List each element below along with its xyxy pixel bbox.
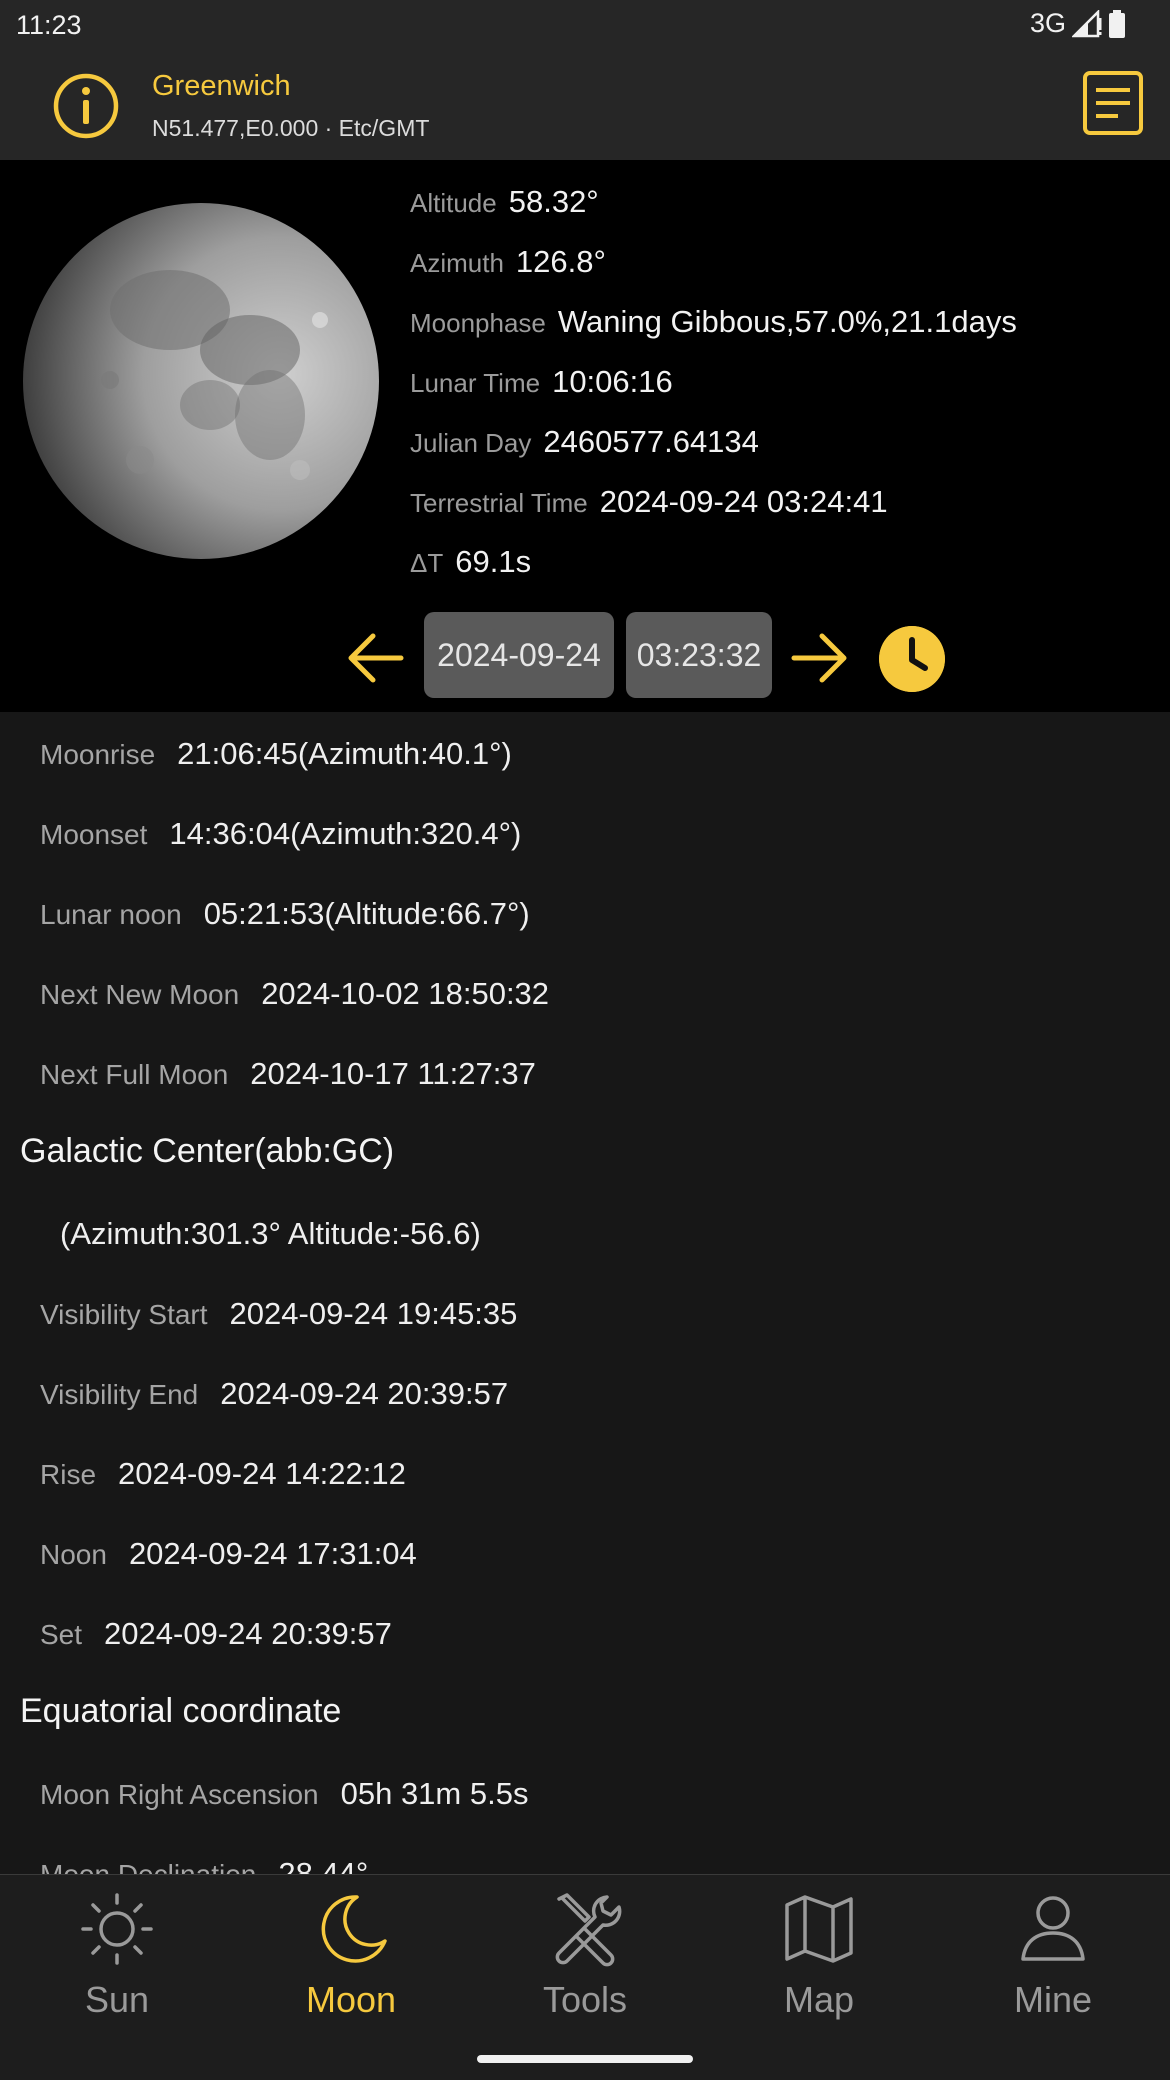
home-indicator[interactable] [477, 2055, 693, 2063]
terrestrial-time-label: Terrestrial Time [410, 488, 588, 518]
nav-tools-label: Tools [542, 1979, 628, 2020]
julian-day-label: Julian Day [410, 428, 532, 458]
moon-dec-value: 28.44° [278, 1856, 369, 1874]
info-row-azimuth: Azimuth 126.8° [410, 244, 606, 280]
moon-icon [321, 1895, 387, 1963]
info-row-delta-t: ΔT 69.1s [410, 544, 531, 580]
gc-rise-label: Rise [40, 1459, 97, 1490]
visibility-end-value: 2024-09-24 20:39:57 [220, 1376, 509, 1411]
next-new-moon-value: 2024-10-02 18:50:32 [261, 976, 550, 1011]
galactic-center-title: Galactic Center(abb:GC) [20, 1132, 395, 1170]
nav-tools[interactable]: Tools [485, 1889, 685, 2021]
moon-ra-value: 05h 31m 5.5s [340, 1776, 529, 1811]
delta-t-value: 69.1s [455, 544, 532, 579]
map-icon [785, 1895, 853, 1963]
status-bar: 11:23 3G [0, 0, 1170, 50]
visibility-end-row: Visibility End 2024-09-24 20:39:57 [40, 1376, 508, 1412]
moon-overview: Altitude 58.32° Azimuth 126.8° Moonphase… [0, 160, 1170, 712]
nav-map[interactable]: Map [719, 1889, 919, 2021]
info-row-lunar-time: Lunar Time 10:06:16 [410, 364, 673, 400]
nav-mine[interactable]: Mine [953, 1889, 1153, 2021]
lunar-noon-label: Lunar noon [40, 899, 182, 930]
nav-sun-label: Sun [84, 1979, 150, 2020]
person-icon [1021, 1896, 1085, 1961]
time-picker-button[interactable]: 03:23:32 [626, 612, 772, 698]
location-name[interactable]: Greenwich [152, 70, 291, 103]
moon-dec-label: Moon Declination [40, 1859, 256, 1874]
next-full-moon-value: 2024-10-17 11:27:37 [250, 1056, 536, 1091]
signal-icon [1072, 9, 1102, 37]
next-arrow-icon[interactable] [790, 630, 850, 686]
next-full-moon-row: Next Full Moon 2024-10-17 11:27:37 [40, 1056, 536, 1092]
visibility-start-row: Visibility Start 2024-09-24 19:45:35 [40, 1296, 517, 1332]
location-header: Greenwich N51.477,E0.000 · Etc/GMT [0, 50, 1170, 160]
list-document-icon[interactable] [1082, 70, 1144, 136]
visibility-start-value: 2024-09-24 19:45:35 [229, 1296, 518, 1331]
julian-day-value: 2460577.64134 [543, 424, 759, 459]
info-row-terrestrial-time: Terrestrial Time 2024-09-24 03:24:41 [410, 484, 888, 520]
status-time: 11:23 [16, 10, 82, 40]
altitude-label: Altitude [410, 188, 497, 218]
nav-moon-label: Moon [305, 1979, 397, 2020]
gc-noon-label: Noon [40, 1539, 107, 1570]
lunar-noon-row: Lunar noon 05:21:53(Altitude:66.7°) [40, 896, 530, 932]
moon-image [23, 203, 379, 559]
moonphase-label: Moonphase [410, 308, 546, 338]
info-row-julian-day: Julian Day 2460577.64134 [410, 424, 759, 460]
network-type: 3G [1029, 8, 1066, 38]
next-full-moon-label: Next Full Moon [40, 1059, 229, 1090]
moonset-label: Moonset [40, 819, 148, 850]
gc-set-row: Set 2024-09-24 20:39:57 [40, 1616, 392, 1652]
moonrise-label: Moonrise [40, 739, 156, 770]
info-circle-icon[interactable] [52, 72, 120, 140]
lunar-noon-value: 05:21:53(Altitude:66.7°) [203, 896, 530, 931]
date-picker-button[interactable]: 2024-09-24 [424, 612, 614, 698]
battery-icon [1109, 9, 1125, 38]
gc-set-label: Set [40, 1619, 83, 1650]
status-icons: 3G [1030, 8, 1126, 39]
moon-ra-label: Moon Right Ascension [40, 1779, 319, 1810]
terrestrial-time-value: 2024-09-24 03:24:41 [599, 484, 888, 519]
lunar-time-value: 10:06:16 [552, 364, 673, 399]
moonset-value: 14:36:04(Azimuth:320.4°) [169, 816, 522, 851]
moonset-row: Moonset 14:36:04(Azimuth:320.4°) [40, 816, 521, 852]
next-new-moon-row: Next New Moon 2024-10-02 18:50:32 [40, 976, 549, 1012]
azimuth-label: Azimuth [410, 248, 504, 278]
moonphase-value: Waning Gibbous,57.0%,21.1days [557, 304, 1017, 339]
altitude-value: 58.32° [508, 184, 599, 219]
moonrise-value: 21:06:45(Azimuth:40.1°) [177, 736, 512, 771]
details-list[interactable]: Moonrise 21:06:45(Azimuth:40.1°) Moonset… [0, 712, 1170, 1874]
visibility-end-label: Visibility End [40, 1379, 199, 1410]
gc-rise-row: Rise 2024-09-24 14:22:12 [40, 1456, 406, 1492]
clock-icon[interactable] [879, 626, 945, 692]
location-coordinates[interactable]: N51.477,E0.000 · Etc/GMT [152, 115, 429, 142]
nav-sun[interactable]: Sun [17, 1889, 217, 2021]
info-row-altitude: Altitude 58.32° [410, 184, 599, 220]
equatorial-title: Equatorial coordinate [20, 1692, 342, 1730]
galactic-center-coords: (Azimuth:301.3° Altitude:-56.6) [60, 1216, 481, 1251]
azimuth-value: 126.8° [515, 244, 606, 279]
tools-icon [555, 1893, 622, 1967]
bottom-navigation: Sun Moon Tools Map Mine [0, 1874, 1170, 2080]
previous-arrow-icon[interactable] [345, 630, 405, 686]
moonrise-row: Moonrise 21:06:45(Azimuth:40.1°) [40, 736, 512, 772]
gc-set-value: 2024-09-24 20:39:57 [104, 1616, 392, 1651]
gc-noon-row: Noon 2024-09-24 17:31:04 [40, 1536, 417, 1572]
nav-mine-label: Mine [1013, 1979, 1093, 2020]
visibility-start-label: Visibility Start [40, 1299, 208, 1330]
moon-dec-row: Moon Declination 28.44° [40, 1856, 368, 1874]
delta-t-label: ΔT [410, 548, 444, 578]
sun-icon [81, 1893, 153, 1965]
nav-map-label: Map [783, 1979, 855, 2020]
nav-moon[interactable]: Moon [251, 1889, 451, 2021]
lunar-time-label: Lunar Time [410, 368, 541, 398]
info-row-moonphase: Moonphase Waning Gibbous,57.0%,21.1days [410, 304, 1017, 340]
moon-ra-row: Moon Right Ascension 05h 31m 5.5s [40, 1776, 528, 1812]
next-new-moon-label: Next New Moon [40, 979, 240, 1010]
gc-rise-value: 2024-09-24 14:22:12 [118, 1456, 406, 1491]
gc-noon-value: 2024-09-24 17:31:04 [128, 1536, 417, 1571]
